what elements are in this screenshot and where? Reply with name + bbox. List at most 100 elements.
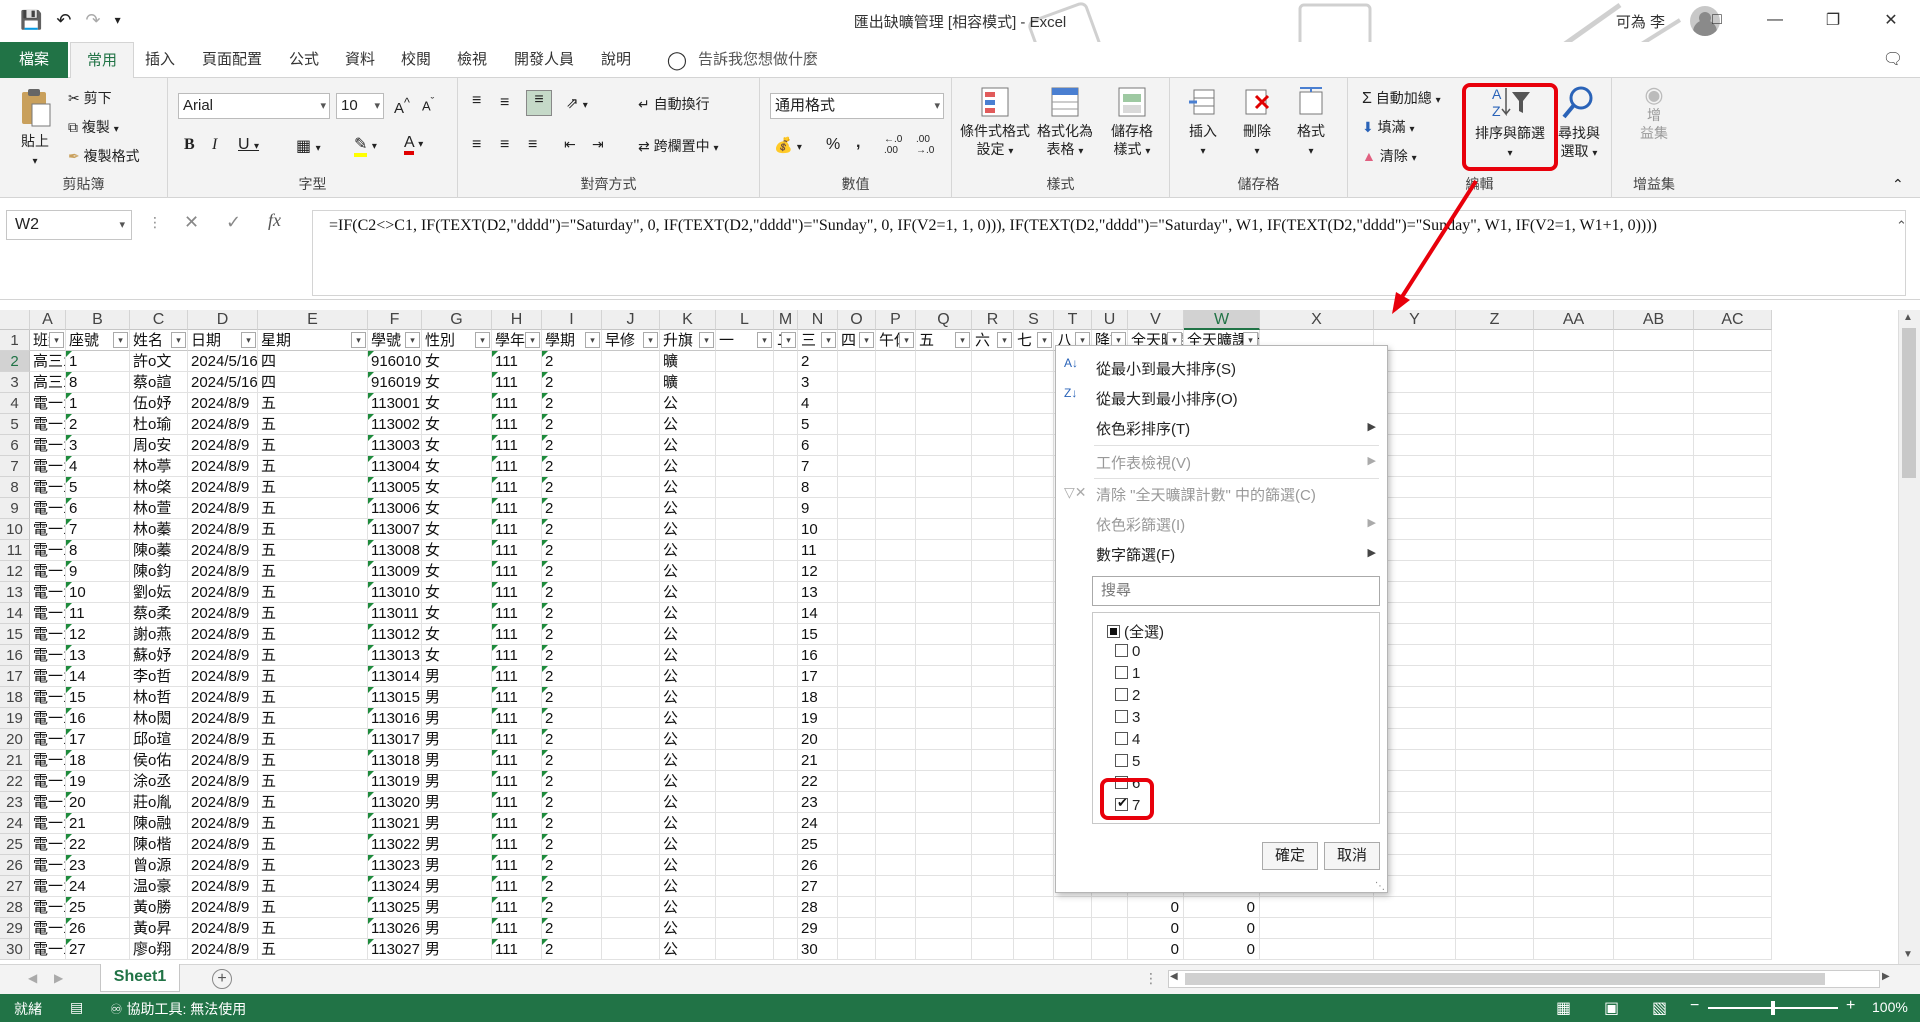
header-cell[interactable]: 班級 ▾: [30, 330, 66, 351]
cell-g[interactable]: 女: [422, 456, 492, 477]
empty-cell[interactable]: [972, 582, 1014, 603]
empty-cell[interactable]: [1456, 876, 1534, 897]
empty-cell[interactable]: [774, 708, 798, 729]
empty-cell[interactable]: [972, 540, 1014, 561]
comments-icon[interactable]: 🗨: [1878, 42, 1908, 78]
empty-cell[interactable]: [876, 750, 916, 771]
empty-cell[interactable]: [716, 435, 774, 456]
cell-f[interactable]: 113007: [368, 519, 422, 540]
row-header[interactable]: 13: [0, 582, 30, 603]
filter-checkbox-item[interactable]: 3: [1115, 709, 1140, 726]
empty-cell[interactable]: [1534, 372, 1614, 393]
empty-cell[interactable]: [1456, 729, 1534, 750]
ribbon-display-icon[interactable]: □: [1688, 0, 1746, 40]
empty-cell[interactable]: [716, 645, 774, 666]
cell-g[interactable]: 男: [422, 897, 492, 918]
cell-f[interactable]: 113019: [368, 771, 422, 792]
filter-checkbox-item[interactable]: (全選): [1107, 621, 1164, 642]
empty-cell[interactable]: [1054, 897, 1092, 918]
empty-cell[interactable]: [716, 456, 774, 477]
empty-cell[interactable]: [774, 372, 798, 393]
cell-f[interactable]: 113011: [368, 603, 422, 624]
row-header[interactable]: 9: [0, 498, 30, 519]
cell-g[interactable]: 男: [422, 876, 492, 897]
empty-cell[interactable]: [916, 855, 972, 876]
empty-cell[interactable]: [972, 813, 1014, 834]
cell-b[interactable]: 8: [66, 540, 130, 561]
cell-f[interactable]: 113003: [368, 435, 422, 456]
empty-cell[interactable]: [1694, 561, 1772, 582]
empty-cell[interactable]: [1014, 792, 1054, 813]
filter-dropdown-icon[interactable]: ▾: [585, 332, 600, 348]
header-cell[interactable]: 日期 ▾: [188, 330, 258, 351]
cell-d[interactable]: 2024/8/9: [188, 456, 258, 477]
align-bottom-icon[interactable]: ≡: [526, 90, 552, 116]
row-header[interactable]: 21: [0, 750, 30, 771]
row-header[interactable]: 3: [0, 372, 30, 393]
empty-cell[interactable]: [1014, 603, 1054, 624]
empty-cell[interactable]: [876, 792, 916, 813]
empty-cell[interactable]: [1614, 435, 1694, 456]
cell-d[interactable]: 2024/8/9: [188, 498, 258, 519]
cell-d[interactable]: 2024/8/9: [188, 393, 258, 414]
cell-k[interactable]: 公: [660, 918, 716, 939]
partial-checkbox-icon[interactable]: [1107, 625, 1120, 638]
header-cell[interactable]: 性別 ▾: [422, 330, 492, 351]
empty-cell[interactable]: [1694, 582, 1772, 603]
cell-b[interactable]: 14: [66, 666, 130, 687]
row-header[interactable]: 14: [0, 603, 30, 624]
empty-cell[interactable]: [1374, 939, 1456, 960]
cell-f[interactable]: 113018: [368, 750, 422, 771]
cell-a[interactable]: 電一1: [30, 414, 66, 435]
insert-button[interactable]: 插入 ▾: [1178, 86, 1228, 161]
cell-a[interactable]: 電一1: [30, 603, 66, 624]
cell-i[interactable]: 2: [542, 813, 602, 834]
row-header[interactable]: 15: [0, 624, 30, 645]
accessibility-status[interactable]: ♾ 協助工具: 無法使用: [110, 999, 246, 1019]
empty-cell[interactable]: [716, 792, 774, 813]
header-cell[interactable]: 姓名 ▾: [130, 330, 188, 351]
cell-k[interactable]: 曠: [660, 372, 716, 393]
header-cell[interactable]: 學期 ▾: [542, 330, 602, 351]
empty-cell[interactable]: [838, 435, 876, 456]
cell-k[interactable]: 公: [660, 645, 716, 666]
cell-c[interactable]: 黃o勝: [130, 897, 188, 918]
cell-a[interactable]: 電一1: [30, 687, 66, 708]
empty-cell[interactable]: [972, 729, 1014, 750]
empty-cell[interactable]: [1456, 750, 1534, 771]
empty-cell[interactable]: [972, 750, 1014, 771]
number-format-select[interactable]: 通用格式: [770, 93, 944, 119]
select-all-corner[interactable]: [0, 310, 30, 330]
empty-cell[interactable]: [1014, 435, 1054, 456]
cell-d[interactable]: 2024/8/9: [188, 414, 258, 435]
empty-cell[interactable]: [1614, 645, 1694, 666]
filter-search-input[interactable]: 搜尋: [1092, 576, 1380, 606]
page-break-view-icon[interactable]: ▧: [1652, 998, 1667, 1018]
zoom-level[interactable]: 100%: [1872, 999, 1908, 1015]
empty-cell[interactable]: [716, 834, 774, 855]
empty-cell[interactable]: [876, 414, 916, 435]
cell-n[interactable]: 11: [798, 540, 838, 561]
zoom-slider-thumb[interactable]: [1771, 1001, 1775, 1015]
delete-button[interactable]: 刪除 ▾: [1232, 86, 1282, 161]
cell-g[interactable]: 男: [422, 687, 492, 708]
empty-cell[interactable]: [1694, 918, 1772, 939]
cell-i[interactable]: 2: [542, 414, 602, 435]
cancel-button[interactable]: 取消: [1324, 842, 1380, 870]
format-cells-button[interactable]: 格式 ▾: [1286, 86, 1336, 161]
column-header-g[interactable]: G: [422, 310, 492, 330]
empty-cell[interactable]: [1456, 519, 1534, 540]
empty-cell[interactable]: [1694, 540, 1772, 561]
cell-n[interactable]: 12: [798, 561, 838, 582]
empty-cell[interactable]: [1694, 792, 1772, 813]
empty-cell[interactable]: [1694, 372, 1772, 393]
header-cell[interactable]: 七 ▾: [1014, 330, 1054, 351]
empty-cell[interactable]: [1456, 435, 1534, 456]
empty-cell[interactable]: [1694, 414, 1772, 435]
empty-cell[interactable]: [838, 540, 876, 561]
cell-a[interactable]: 電一1: [30, 519, 66, 540]
next-sheet-icon[interactable]: ▶: [54, 971, 63, 985]
cell-e[interactable]: 五: [258, 645, 368, 666]
cell-k[interactable]: 公: [660, 561, 716, 582]
empty-cell[interactable]: [1014, 834, 1054, 855]
